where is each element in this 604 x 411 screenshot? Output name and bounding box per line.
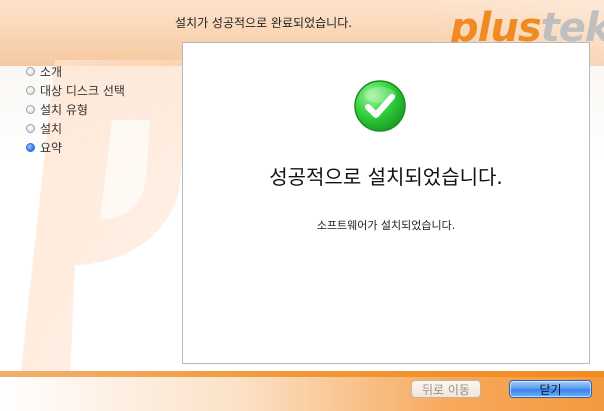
step-destination-select: 대상 디스크 선택 (26, 81, 125, 100)
step-label: 대상 디스크 선택 (40, 84, 125, 98)
content-panel: 성공적으로 설치되었습니다. 소프트웨어가 설치되었습니다. (182, 42, 590, 364)
step-bullet-active-icon (26, 143, 35, 152)
window-title: 설치가 성공적으로 완료되었습니다. (175, 16, 353, 30)
back-button[interactable]: 뒤로 이동 (411, 380, 481, 398)
step-label: 설치 유형 (40, 103, 88, 117)
step-installation: 설치 (26, 119, 125, 138)
step-bullet-icon (26, 67, 35, 76)
installer-window: 설치가 성공적으로 완료되었습니다. plustek 소개 대상 디스크 선택 … (0, 0, 604, 411)
step-bullet-icon (26, 86, 35, 95)
checkmark-circle-icon (354, 80, 406, 132)
installer-steps: 소개 대상 디스크 선택 설치 유형 설치 요약 (26, 62, 125, 157)
close-button[interactable]: 닫기 (509, 380, 592, 398)
success-title: 성공적으로 설치되었습니다. (269, 165, 503, 189)
step-label: 소개 (40, 65, 63, 79)
step-label: 설치 (40, 122, 63, 136)
step-install-type: 설치 유형 (26, 100, 125, 119)
step-intro: 소개 (26, 62, 125, 81)
step-bullet-icon (26, 124, 35, 133)
step-summary: 요약 (26, 138, 125, 157)
step-label: 요약 (40, 141, 63, 155)
step-bullet-icon (26, 105, 35, 114)
success-message: 소프트웨어가 설치되었습니다. (316, 219, 456, 232)
